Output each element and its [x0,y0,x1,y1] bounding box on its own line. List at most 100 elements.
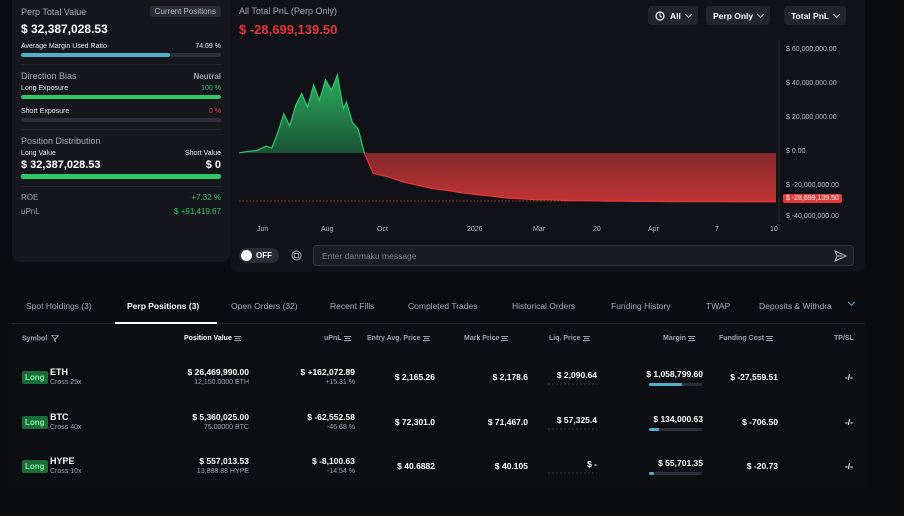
funding-cost: $ -706.50 [742,417,778,427]
mark-price: $ 71,467.0 [487,417,528,427]
side-badge: Long [22,460,48,473]
short-exposure-bar [21,118,221,122]
sort-icon [343,335,351,341]
long-exposure-value: 100 % [201,85,221,92]
roe-value: +7.32 % [191,193,221,202]
perp-total-value: $ 32,387,028.53 [21,22,108,36]
header-margin[interactable]: Margin [663,335,695,342]
header-entry-price[interactable]: Entry Avg. Price [367,335,430,342]
perp-total-label: Perp Total Value [21,6,87,17]
tab-historical-orders[interactable]: Historical Orders [512,301,575,311]
liq-distance-indicator [547,428,597,430]
margin-bar [649,383,702,386]
funding-cost: $ -27,559.51 [730,372,778,382]
position-distribution-label: Position Distribution [21,136,101,146]
entry-price: $ 72,301.0 [394,417,435,427]
short-value-label: Short Value [184,150,221,157]
tab-completed-trades[interactable]: Completed Trades [408,301,477,311]
tab-open-orders[interactable]: Open Orders (32) [231,301,298,311]
tab-spot-holdings[interactable]: Spot Holdings (3) [26,301,92,311]
header-position-value[interactable]: Position Value [184,335,241,342]
side-badge: Long [22,371,48,384]
sort-icon [233,335,241,341]
header-label: Mark Price [464,335,500,342]
toggle-knob [241,250,252,261]
upnl-percent: -46.68 % [326,424,355,431]
liq-price: $ 57,325.4 [556,415,597,425]
filter-icon[interactable] [50,335,60,343]
header-label: Liq. Price [549,335,581,342]
header-label: Symbol [22,335,48,343]
tab-funding-history[interactable]: Funding History [611,301,671,311]
chevron-down-icon[interactable] [847,298,856,307]
symbol[interactable]: ETH [50,367,68,377]
position-distribution-bar [21,174,221,179]
x-tick: Mar [533,226,546,233]
x-tick: Oct [377,226,388,233]
danmaku-input[interactable]: Enter danmaku message [313,245,854,266]
danmaku-toggle[interactable]: OFF [239,248,279,263]
symbol[interactable]: BTC [50,412,69,422]
sort-icon [766,335,774,341]
x-tick: 2026 [467,226,483,233]
mark-price: $ 2,178.6 [492,372,528,382]
direction-bias-value: Neutral [193,71,221,81]
x-tick: 7 [715,226,719,233]
tpsl[interactable]: -/- [845,417,853,427]
header-mark-price[interactable]: Mark Price [464,335,509,342]
side-badge: Long [22,416,48,429]
leverage: Cross 10x [50,468,82,475]
position-value: $ 557,013.53 [199,456,249,466]
y-tick: $ 40,000,000.00 [786,80,837,87]
y-tick: $ 60,000,000.00 [786,46,837,53]
x-tick: 20 [593,226,601,233]
position-size: 12,150.0000 ETH [194,379,249,386]
tpsl[interactable]: -/- [845,461,853,471]
pnl-chart-panel: All Total PnL (Perp Only) $ -28,699,139.… [230,0,865,272]
short-value: $ 0 [205,159,221,171]
margin: $ 55,701.35 [658,458,703,468]
summary-panel: Perp Total Value Current Positions $ 32,… [12,0,230,262]
danmaku-toggle-label: OFF [256,251,272,260]
margin: $ 134,000.63 [653,414,703,424]
position-size: 75.00000 BTC [203,424,249,431]
liq-price: $ - [587,459,597,469]
header-symbol[interactable]: Symbol [22,335,60,343]
sort-icon [687,335,695,341]
tab-twap[interactable]: TWAP [706,301,730,311]
header-label: Entry Avg. Price [367,335,421,342]
danmaku-placeholder: Enter danmaku message [322,251,417,261]
sort-icon [501,335,509,341]
upnl-percent: -14.54 % [326,468,355,475]
long-exposure-label: Long Exposure [21,85,69,92]
y-tick: $ 20,000,000.00 [786,114,837,121]
upnl: $ -8,100.63 [311,456,355,466]
tab-deposits-withdrawals[interactable]: Deposits & Withdra [759,301,839,311]
liq-distance-indicator [547,383,597,385]
position-size: 13,888.88 HYPE [196,468,249,475]
margin-bar [649,472,702,475]
perp-positions-table: Symbol Position Value uPnL Entry Avg. Pr… [12,324,865,488]
header-liq-price[interactable]: Liq. Price [549,335,590,342]
header-upnl[interactable]: uPnL [324,335,351,342]
send-icon[interactable] [834,250,847,262]
upnl: $ -62,552.58 [307,412,355,422]
y-tick: $ 0.00 [786,148,806,155]
tab-perp-positions[interactable]: Perp Positions (3) [127,301,199,311]
x-tick: 10 [770,226,778,233]
header-funding-cost[interactable]: Funding Cost [719,335,774,342]
upnl-value: $ +91,419.67 [174,207,221,216]
leverage: Cross 25x [50,379,82,386]
liq-price: $ 2,090.64 [556,370,597,380]
sort-icon [582,335,590,341]
tab-recent-fills[interactable]: Recent Fills [330,301,374,311]
current-positions-button[interactable]: Current Positions [149,6,221,17]
entry-price: $ 2,165.26 [394,372,435,382]
upnl-label: uPnL [21,207,40,216]
symbol[interactable]: HYPE [50,456,75,466]
long-exposure-bar [21,95,221,99]
avg-margin-label: Average Margin Used Ratio [21,43,107,50]
sort-icon [422,335,430,341]
tpsl[interactable]: -/- [845,372,853,382]
settings-icon[interactable] [291,250,302,261]
